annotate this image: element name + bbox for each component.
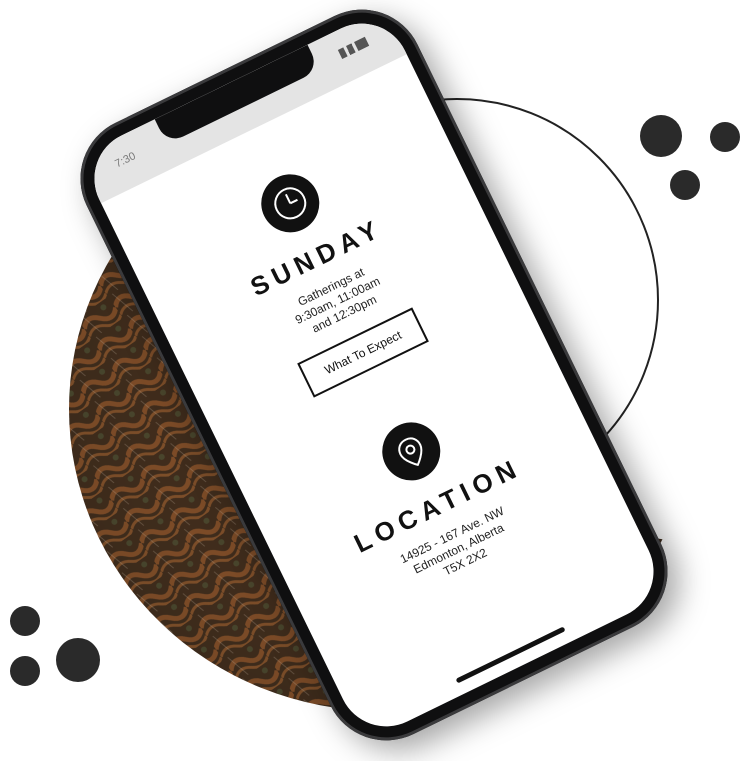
location-pin-icon [372, 412, 451, 491]
decorative-dot [710, 122, 740, 152]
status-time: 7:30 [113, 150, 138, 171]
clock-icon [251, 164, 330, 243]
decorative-dot [10, 656, 40, 686]
decorative-dot [640, 115, 682, 157]
decorative-dot [670, 170, 700, 200]
decorative-dot [10, 606, 40, 636]
hero-graphic: 7:30 SUNDAY Gatherings at 9:30am, 11:00a… [0, 0, 750, 761]
signal-icon [337, 36, 370, 59]
decorative-dot [56, 638, 100, 682]
